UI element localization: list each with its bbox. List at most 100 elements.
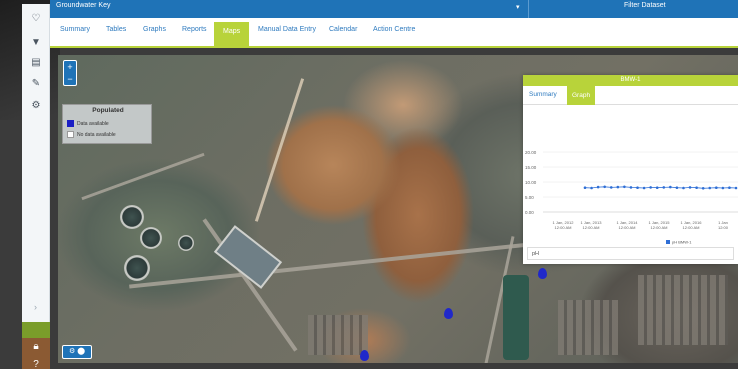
legend-item: No data available: [67, 131, 116, 138]
zoom-out-button[interactable]: −: [64, 73, 76, 85]
map-buildings: [308, 315, 368, 355]
popup-title: BMW-1: [523, 75, 738, 86]
list-icon[interactable]: ▤: [28, 56, 44, 70]
tab-maps[interactable]: Maps: [214, 22, 250, 46]
chart-series: [583, 185, 738, 190]
data-point[interactable]: [721, 186, 725, 190]
data-point[interactable]: [734, 186, 738, 190]
legend-swatch: [67, 131, 74, 138]
map-marker-pin[interactable]: [360, 350, 369, 361]
popup-tab-summary[interactable]: Summary: [529, 91, 557, 98]
data-point[interactable]: [609, 186, 613, 189]
data-point[interactable]: [728, 186, 731, 189]
data-point[interactable]: [688, 186, 692, 189]
filter-icon[interactable]: ▼: [28, 36, 44, 50]
heart-icon[interactable]: ♡: [28, 12, 44, 26]
data-point[interactable]: [649, 186, 652, 189]
tab-tables[interactable]: Tables: [106, 26, 126, 33]
legend-swatch: [67, 120, 74, 127]
legend-title: Populated: [92, 107, 124, 114]
tab-manual-data-entry[interactable]: Manual Data Entry: [258, 26, 316, 33]
tab-calendar[interactable]: Calendar: [329, 26, 357, 33]
ph-chart: 20.00 15.00 10.00 5.00 0.00 1 Jan, 2012 …: [525, 150, 738, 245]
data-point[interactable]: [655, 186, 659, 189]
map-tank: [140, 227, 162, 249]
data-point[interactable]: [662, 186, 666, 189]
dataset-select[interactable]: Groundwater Key: [56, 2, 110, 9]
data-point[interactable]: [583, 186, 587, 189]
series-line: [584, 186, 737, 189]
satellite-map[interactable]: + − Populated Data available No data ava…: [58, 55, 738, 363]
map-tools-button[interactable]: ⚙ ⬤: [62, 345, 92, 359]
map-buildings: [558, 300, 618, 355]
data-point[interactable]: [669, 185, 672, 189]
map-tank: [178, 235, 194, 251]
popup-tabs: Summary Graph: [523, 86, 738, 105]
x-tick-label: 12:00: [718, 225, 729, 230]
tab-action-centre[interactable]: Action Centre: [373, 26, 415, 33]
legend-label: Data available: [77, 120, 109, 127]
map-marker-pin[interactable]: [538, 268, 547, 279]
left-sidebar: ♡ ▼ ▤ ✎ ⚙ › 🔒︎ ?: [22, 4, 50, 369]
data-point[interactable]: [590, 186, 593, 190]
legend-label: pH BMW-1: [672, 240, 692, 245]
expand-arrow-icon[interactable]: ›: [34, 302, 37, 312]
data-point[interactable]: [715, 186, 718, 189]
help-icon[interactable]: ?: [28, 358, 44, 369]
zoom-in-button[interactable]: +: [64, 61, 76, 73]
y-tick-label: 15.00: [525, 165, 537, 170]
filter-dataset-button[interactable]: Filter Dataset: [624, 2, 666, 9]
map-road: [81, 152, 205, 201]
data-point[interactable]: [682, 186, 685, 190]
data-point[interactable]: [616, 185, 620, 189]
divider: [528, 0, 529, 18]
legend-label: No data available: [77, 131, 116, 138]
app-window: ♡ ▼ ▤ ✎ ⚙ › 🔒︎ ? Groundwater Key ▾ Filte…: [0, 0, 738, 369]
top-bar: Groundwater Key ▾ Filter Dataset: [50, 0, 738, 18]
data-point[interactable]: [636, 186, 639, 189]
y-tick-label: 5.00: [525, 195, 534, 200]
y-axis: 20.00 15.00 10.00 5.00 0.00: [525, 150, 537, 215]
y-tick-label: 0.00: [525, 210, 534, 215]
tab-graphs[interactable]: Graphs: [143, 26, 166, 33]
parameter-select[interactable]: pH: [527, 247, 734, 260]
data-point[interactable]: [623, 185, 626, 189]
y-tick-label: 20.00: [525, 150, 537, 155]
data-point[interactable]: [603, 185, 606, 189]
station-popup: BMW-1 Summary Graph 20.00 15.00 10.00 5.…: [523, 75, 738, 264]
x-tick-label: 12:00 AM: [555, 225, 572, 230]
map-basin: [213, 225, 283, 289]
tab-reports[interactable]: Reports: [182, 26, 207, 33]
data-point[interactable]: [708, 186, 712, 190]
main-tabs: Summary Tables Graphs Reports Maps Manua…: [50, 18, 738, 48]
x-tick-label: 12:00 AM: [651, 225, 668, 230]
map-tank: [124, 255, 150, 281]
map-buildings: [638, 275, 728, 345]
data-point[interactable]: [629, 186, 633, 189]
lock-icon[interactable]: 🔒︎: [28, 340, 44, 354]
x-tick-label: 12:00 AM: [619, 225, 636, 230]
popup-tab-graph[interactable]: Graph: [567, 86, 596, 105]
map-road: [254, 78, 305, 222]
legend-swatch: [666, 240, 670, 244]
chart-legend: pH BMW-1: [666, 240, 692, 245]
settings-icon[interactable]: ⚙: [28, 99, 44, 113]
data-point[interactable]: [675, 186, 679, 189]
zoom-control: + −: [63, 60, 77, 86]
x-tick-label: 12:00 AM: [683, 225, 700, 230]
x-tick-label: 12:00 AM: [583, 225, 600, 230]
y-tick-label: 10.00: [525, 180, 537, 185]
tab-summary[interactable]: Summary: [60, 26, 90, 33]
map-legend: Populated Data available No data availab…: [62, 104, 152, 144]
legend-item: Data available: [67, 120, 109, 127]
map-marker-pin[interactable]: [444, 308, 453, 319]
data-point[interactable]: [701, 187, 705, 190]
data-point[interactable]: [596, 185, 600, 189]
x-axis: 1 Jan, 2012 12:00 AM 1 Jan, 2013 12:00 A…: [553, 220, 729, 230]
data-point[interactable]: [642, 186, 646, 190]
chevron-down-icon[interactable]: ▾: [516, 3, 523, 11]
map-tank: [120, 205, 144, 229]
data-point[interactable]: [695, 186, 698, 189]
edit-icon[interactable]: ✎: [28, 77, 44, 91]
chart-grid: [543, 151, 738, 213]
